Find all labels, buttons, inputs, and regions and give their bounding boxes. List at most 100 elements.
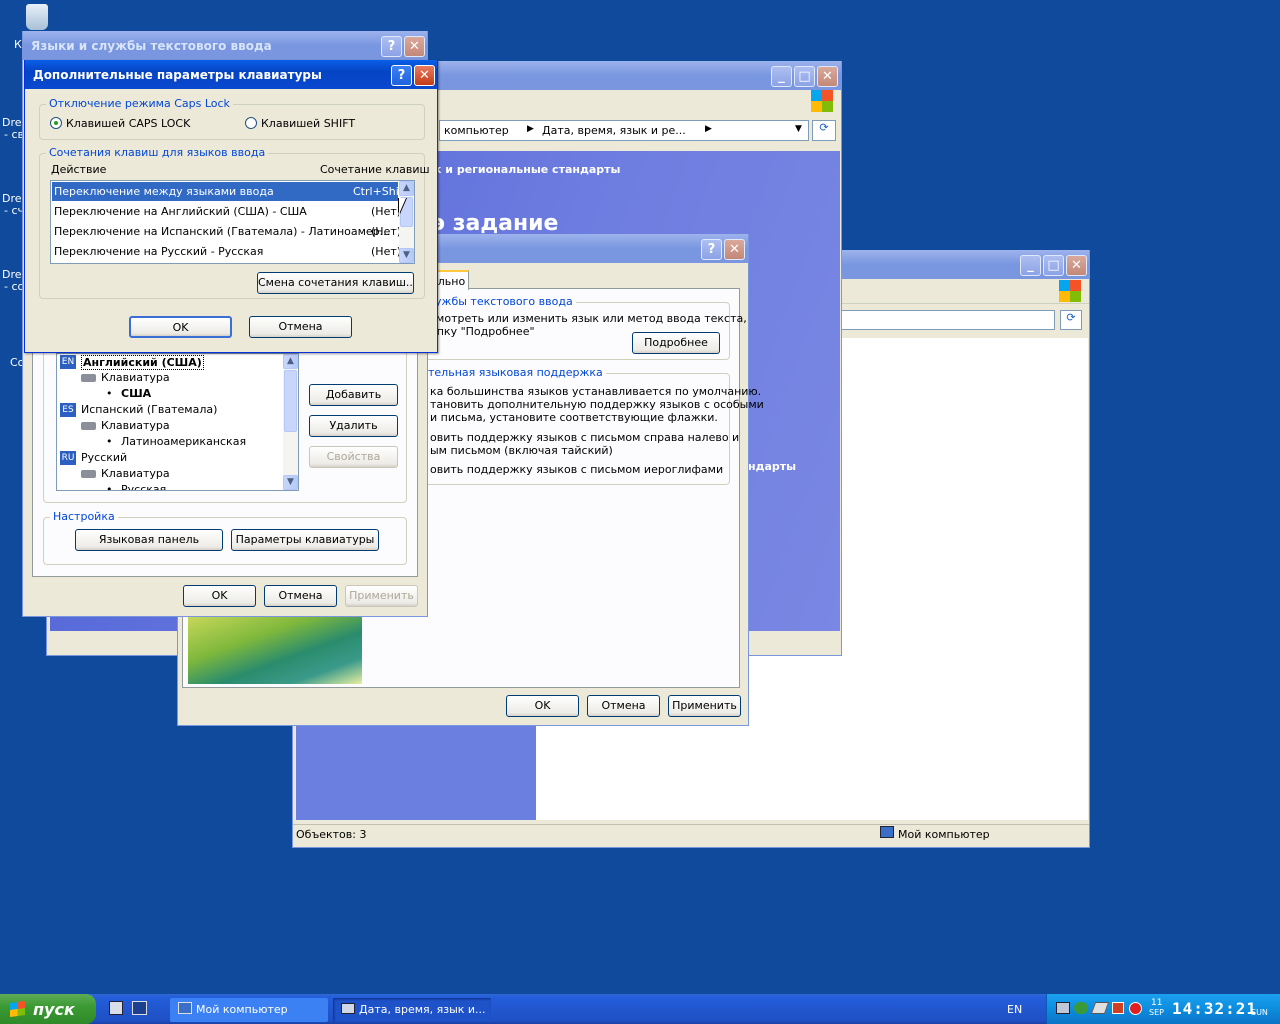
windows-logo-icon <box>811 90 833 112</box>
dropdown-arrow-icon[interactable]: ▼ <box>795 124 802 134</box>
antivirus-icon[interactable] <box>1129 1002 1142 1015</box>
taskbar-item-control-panel[interactable]: Дата, время, язык и... <box>333 998 491 1022</box>
group-label: Отключение режима Caps Lock <box>46 97 233 110</box>
hotkey-keys[interactable]: (Нет) <box>371 245 401 258</box>
language-badge: RU <box>60 451 76 465</box>
tray-app-icon[interactable] <box>1112 1002 1124 1014</box>
keyboard-icon <box>81 374 96 382</box>
close-button[interactable]: ✕ <box>817 66 838 87</box>
hotkey-action[interactable]: Переключение между языками ввода <box>54 185 274 198</box>
remove-button[interactable]: Удалить <box>309 415 398 437</box>
scroll-down-button[interactable]: ▼ <box>283 475 298 490</box>
taskbar-item-my-computer[interactable]: Мой компьютер <box>170 998 328 1022</box>
radio-label[interactable]: Клавишей SHIFT <box>261 117 355 130</box>
category-link[interactable]: ндарты <box>748 460 796 473</box>
scroll-thumb[interactable] <box>284 370 297 432</box>
tree-keyboard[interactable]: Клавиатура <box>101 371 170 384</box>
chevron-right-icon: ▶ <box>527 124 534 134</box>
language-badge: EN <box>60 355 76 369</box>
caps-lock-radio[interactable] <box>50 117 62 129</box>
maximize-button[interactable]: □ <box>794 66 815 87</box>
address-combo[interactable] <box>833 310 1055 330</box>
installed-services-tree[interactable]: EN Английский (США) Клавиатура • США ES … <box>56 353 299 491</box>
desktop-label[interactable]: - сч <box>4 204 24 217</box>
window-title: Языки и службы текстового ввода <box>31 39 272 53</box>
vertical-scrollbar[interactable]: ▲ ▼ <box>283 354 298 490</box>
tree-language[interactable]: Русский <box>81 451 127 464</box>
hotkey-keys[interactable]: (Нет) <box>371 225 401 238</box>
cancel-button[interactable]: Отмена <box>249 316 352 338</box>
help-button[interactable]: ? <box>391 65 412 86</box>
close-button[interactable]: ✕ <box>414 65 435 86</box>
input-language-indicator[interactable]: EN <box>1007 1003 1022 1016</box>
apply-button[interactable]: Применить <box>668 695 741 717</box>
shift-radio[interactable] <box>245 117 257 129</box>
ok-button[interactable]: OK <box>506 695 579 717</box>
hotkeys-list[interactable]: Переключение между языками ввода Ctrl+Sh… <box>50 180 415 264</box>
wallpaper-image <box>188 616 362 684</box>
address-part[interactable]: компьютер <box>444 124 509 137</box>
minimize-button[interactable]: _ <box>1020 255 1041 276</box>
minimize-button[interactable]: _ <box>771 66 792 87</box>
tree-layout[interactable]: Русская <box>121 483 166 490</box>
banner-title: к и региональные стандарты <box>434 163 621 176</box>
mouse-cursor-icon <box>399 198 406 214</box>
add-button[interactable]: Добавить <box>309 384 398 406</box>
address-part[interactable]: Дата, время, язык и ре... <box>542 124 686 137</box>
scroll-up-button[interactable]: ▲ <box>283 354 298 369</box>
keyboard-settings-button[interactable]: Параметры клавиатуры <box>231 529 379 551</box>
advanced-key-settings-dialog: Дополнительные параметры клавиатуры ? ✕ … <box>24 60 438 353</box>
language-bar-button[interactable]: Языковая панель <box>75 529 223 551</box>
title-bar[interactable]: Языки и службы текстового ввода <box>23 31 427 60</box>
ok-button[interactable]: OK <box>129 316 232 338</box>
group-label: тельная языковая поддержка <box>425 366 606 379</box>
vertical-scrollbar[interactable]: ▲ ▼ <box>399 181 414 263</box>
maximize-button[interactable]: □ <box>1043 255 1064 276</box>
tree-keyboard[interactable]: Клавиатура <box>101 419 170 432</box>
desktop-label[interactable]: - св <box>4 128 24 141</box>
desktop-label[interactable]: К <box>14 38 22 51</box>
close-button[interactable]: ✕ <box>1066 255 1087 276</box>
radio-label[interactable]: Клавишей CAPS LOCK <box>66 117 190 130</box>
column-header-keys: Сочетание клавиш <box>320 163 430 176</box>
hotkey-keys[interactable]: (Нет) <box>371 205 401 218</box>
clock-day: 11 <box>1151 998 1163 1008</box>
cancel-button[interactable]: Отмена <box>587 695 660 717</box>
tray-app-icon[interactable] <box>1074 1002 1088 1014</box>
start-label[interactable]: пуск <box>33 1000 75 1019</box>
tree-language[interactable]: Испанский (Гватемала) <box>81 403 217 416</box>
scroll-up-button[interactable]: ▲ <box>399 181 414 196</box>
hotkey-action[interactable]: Переключение на Русский - Русская <box>54 245 263 258</box>
clock-weekday: SUN <box>1251 1008 1268 1017</box>
close-button[interactable]: ✕ <box>404 36 425 57</box>
hotkey-action[interactable]: Переключение на Английский (США) - США <box>54 205 307 218</box>
clock-time[interactable]: 14:32:21 <box>1172 999 1257 1018</box>
apply-button[interactable]: Применить <box>345 585 418 607</box>
recycle-bin-icon[interactable] <box>26 4 48 30</box>
tree-language[interactable]: Английский (США) <box>81 355 204 370</box>
cancel-button[interactable]: Отмена <box>264 585 337 607</box>
control-panel-icon <box>341 1003 355 1014</box>
go-button[interactable]: ⟳ <box>1060 310 1082 330</box>
rtl-support-checkbox-label[interactable]: овить поддержку языков с письмом справа … <box>430 431 739 457</box>
scroll-down-button[interactable]: ▼ <box>399 248 414 263</box>
properties-button[interactable]: Свойства <box>309 446 398 468</box>
close-button[interactable]: ✕ <box>724 239 745 260</box>
go-button[interactable]: ⟳ <box>812 120 836 141</box>
network-icon[interactable] <box>1056 1002 1070 1014</box>
quick-launch-desktop-icon[interactable] <box>132 1001 147 1015</box>
tree-keyboard[interactable]: Клавиатура <box>101 467 170 480</box>
tree-layout[interactable]: Латиноамериканская <box>121 435 246 448</box>
quick-launch-save-icon[interactable] <box>109 1001 123 1015</box>
tree-layout[interactable]: США <box>121 387 151 400</box>
ok-button[interactable]: OK <box>183 585 256 607</box>
details-button[interactable]: Подробнее <box>632 332 720 354</box>
change-key-sequence-button[interactable]: Смена сочетания клавиш... <box>257 272 414 294</box>
group-label: Настройка <box>50 510 118 523</box>
hotkey-action[interactable]: Переключение на Испанский (Гватемала) - … <box>54 225 390 238</box>
title-bar[interactable]: Дополнительные параметры клавиатуры <box>25 60 437 89</box>
help-button[interactable]: ? <box>701 239 722 260</box>
help-button[interactable]: ? <box>381 36 402 57</box>
clock-month: SEP <box>1149 1008 1164 1017</box>
cjk-support-checkbox-label[interactable]: овить поддержку языков с письмом иерогли… <box>430 463 723 476</box>
